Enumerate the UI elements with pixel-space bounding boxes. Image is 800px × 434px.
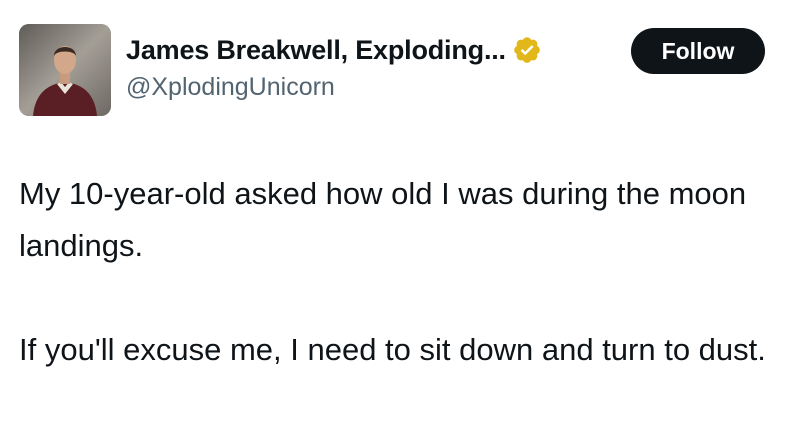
- user-handle[interactable]: @XplodingUnicorn: [126, 73, 335, 102]
- tweet-paragraph: If you'll excuse me, I need to sit down …: [19, 332, 766, 367]
- avatar[interactable]: [19, 24, 111, 116]
- avatar-image: [19, 24, 111, 116]
- tweet-card: James Breakwell, Exploding... @XplodingU…: [0, 0, 800, 434]
- display-name-row: James Breakwell, Exploding...: [126, 30, 542, 70]
- display-name[interactable]: James Breakwell, Exploding...: [126, 35, 506, 66]
- tweet-text: My 10-year-old asked how old I was durin…: [19, 168, 789, 376]
- verified-badge-icon: [512, 35, 542, 65]
- follow-button[interactable]: Follow: [631, 28, 765, 74]
- tweet-paragraph: My 10-year-old asked how old I was durin…: [19, 176, 747, 263]
